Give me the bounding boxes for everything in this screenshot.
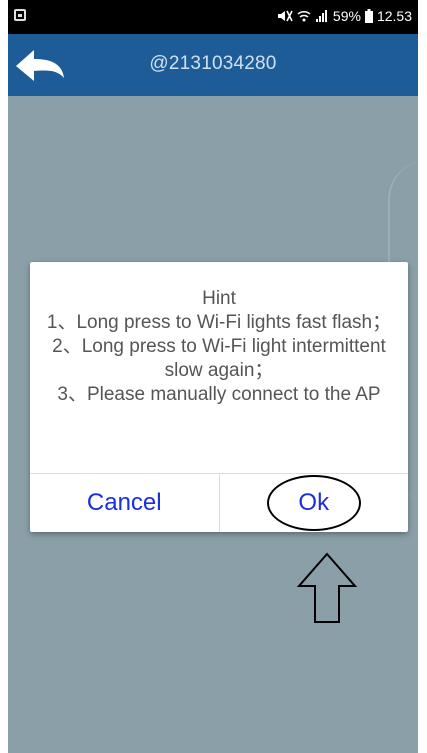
status-bar: 59% 12.53: [8, 0, 418, 34]
dialog-actions: Cancel Ok: [30, 473, 408, 532]
wifi-icon: [297, 10, 311, 22]
status-time: 12.53: [376, 8, 412, 24]
dialog-title: Hint: [202, 288, 236, 309]
screenshot-icon: [14, 9, 26, 21]
cancel-button[interactable]: Cancel: [30, 474, 219, 532]
page-title: @2131034280: [149, 53, 277, 74]
up-arrow-annotation-icon: [296, 552, 358, 623]
ok-highlight-circle: [266, 475, 361, 531]
signal-icon: [315, 10, 327, 22]
battery-percent: 59%: [332, 8, 361, 24]
app-header: @2131034280: [8, 34, 418, 96]
ok-button[interactable]: Ok: [218, 474, 409, 532]
battery-icon: [364, 9, 373, 23]
status-icons: 59% 12.53: [277, 7, 412, 25]
phone-screen: 59% 12.53 @2131034280 Hint 1、Long press …: [8, 0, 418, 753]
hint-dialog: Hint 1、Long press to Wi-Fi lights fast f…: [30, 262, 408, 532]
hint-line-2: 2、Long press to Wi-Fi light intermittent…: [52, 336, 386, 381]
hint-line-1: 1、Long press to Wi-Fi lights fast flash；: [46, 312, 392, 333]
dialog-message: 1、Long press to Wi-Fi lights fast flash；…: [38, 311, 400, 475]
hint-line-3: 3、Please manually connect to the AP: [57, 384, 381, 405]
mute-icon: [277, 10, 293, 22]
